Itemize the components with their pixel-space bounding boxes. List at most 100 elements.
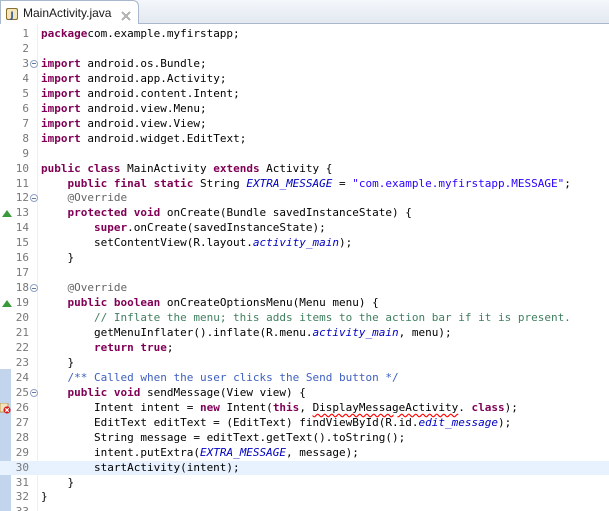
code-text: public boolean onCreateOptionsMenu(Menu … bbox=[41, 296, 379, 311]
code-text: setContentView(R.layout.activity_main); bbox=[41, 236, 352, 251]
code-token: String message = editText.getText().toSt… bbox=[41, 430, 406, 444]
code-text: import android.view.View; bbox=[41, 117, 207, 132]
code-token: } bbox=[41, 475, 75, 489]
code-token: com.example.myfirstapp; bbox=[87, 27, 240, 40]
code-line[interactable]: 3 import android.os.Bundle; bbox=[0, 57, 609, 72]
code-line[interactable]: 13 protected void onCreate(Bundle savedI… bbox=[0, 206, 609, 221]
code-line[interactable]: 31 } bbox=[0, 476, 609, 491]
code-token: @Override bbox=[67, 281, 128, 295]
tab-main-activity[interactable]: J MainActivity.java bbox=[0, 0, 139, 24]
line-number: 6 bbox=[22, 101, 29, 115]
code-token: DisplayMessageActivity bbox=[312, 400, 459, 414]
code-token: ); bbox=[504, 400, 518, 414]
code-line[interactable]: 12 @Override bbox=[0, 191, 609, 206]
code-token: activity_main bbox=[252, 236, 340, 250]
fold-toggle-icon[interactable] bbox=[30, 284, 38, 293]
code-line[interactable]: 33 bbox=[0, 505, 609, 511]
code-line[interactable]: 5 import android.content.Intent; bbox=[0, 87, 609, 102]
code-line[interactable]: 19 public boolean onCreateOptionsMenu(Me… bbox=[0, 296, 609, 311]
line-number: 3 bbox=[22, 56, 29, 70]
line-number: 13 bbox=[15, 206, 29, 220]
code-line[interactable]: 1 packagecom.example.myfirstapp; bbox=[0, 27, 609, 42]
code-token: = bbox=[332, 176, 353, 190]
code-token: // Inflate the menu; this adds items to … bbox=[93, 311, 571, 325]
code-token: String bbox=[193, 176, 247, 190]
code-text: import android.os.Bundle; bbox=[41, 57, 207, 72]
code-token: public void bbox=[67, 385, 141, 399]
code-line[interactable]: 20 // Inflate the menu; this adds items … bbox=[0, 311, 609, 326]
code-token: public final static bbox=[67, 176, 194, 190]
code-token: , message); bbox=[286, 445, 359, 459]
code-token: protected void bbox=[67, 206, 161, 220]
code-token: android.view.Menu; bbox=[80, 101, 207, 115]
line-number: 14 bbox=[15, 221, 29, 235]
code-token: import bbox=[41, 101, 81, 115]
code-line[interactable]: 25 public void sendMessage(View view) { bbox=[0, 386, 609, 401]
line-number: 17 bbox=[15, 266, 29, 280]
code-text: protected void onCreate(Bundle savedInst… bbox=[41, 206, 412, 221]
code-token: EXTRA_MESSAGE bbox=[246, 176, 333, 190]
code-token: import bbox=[41, 56, 81, 70]
error-marker-icon[interactable] bbox=[0, 402, 11, 414]
svg-text:J: J bbox=[9, 11, 13, 21]
code-line[interactable]: 22 return true; bbox=[0, 341, 609, 356]
code-line[interactable]: 14 super.onCreate(savedInstanceState); bbox=[0, 221, 609, 236]
code-line[interactable]: 15 setContentView(R.layout.activity_main… bbox=[0, 236, 609, 251]
line-number: 26 bbox=[15, 400, 29, 414]
code-token: Activity { bbox=[259, 161, 333, 175]
code-text: return true; bbox=[41, 341, 173, 356]
code-line[interactable]: 2 bbox=[0, 42, 609, 57]
code-line[interactable]: 28 String message = editText.getText().t… bbox=[0, 431, 609, 446]
code-token: EXTRA_MESSAGE bbox=[199, 445, 287, 459]
code-line[interactable]: 16 } bbox=[0, 251, 609, 266]
code-token: android.app.Activity; bbox=[80, 71, 227, 85]
line-number: 22 bbox=[15, 340, 29, 354]
code-token: package bbox=[41, 27, 88, 40]
code-line[interactable]: 4 import android.app.Activity; bbox=[0, 72, 609, 87]
code-line[interactable]: 9 bbox=[0, 147, 609, 162]
code-line[interactable]: 8 import android.widget.EditText; bbox=[0, 132, 609, 147]
code-line[interactable]: 32} bbox=[0, 490, 609, 505]
code-token: public class bbox=[41, 161, 121, 175]
fold-toggle-icon[interactable] bbox=[30, 194, 38, 203]
override-marker-icon[interactable] bbox=[2, 210, 12, 218]
code-line[interactable]: 11 public final static String EXTRA_MESS… bbox=[0, 177, 609, 192]
code-token: android.os.Bundle; bbox=[80, 56, 207, 70]
override-marker-icon[interactable] bbox=[2, 300, 12, 308]
line-number: 27 bbox=[15, 415, 29, 429]
fold-toggle-icon[interactable] bbox=[30, 59, 38, 68]
code-editor[interactable]: 1 packagecom.example.myfirstapp; 2 3 import … bbox=[0, 24, 609, 511]
line-number: 10 bbox=[15, 161, 29, 175]
code-line[interactable]: 21 getMenuInflater().inflate(R.menu.acti… bbox=[0, 326, 609, 341]
close-icon[interactable] bbox=[120, 7, 132, 20]
tab-title: MainActivity.java bbox=[23, 5, 112, 20]
code-line[interactable]: 6 import android.view.Menu; bbox=[0, 102, 609, 117]
code-line[interactable]: 26 Intent intent = new Intent(this, Disp… bbox=[0, 401, 609, 416]
code-line[interactable]: 27 EditText editText = (EditText) findVi… bbox=[0, 416, 609, 431]
code-line[interactable]: 24 /** Called when the user clicks the S… bbox=[0, 371, 609, 386]
code-line[interactable]: 7 import android.view.View; bbox=[0, 117, 609, 132]
code-text: } bbox=[41, 476, 74, 491]
code-line[interactable]: 10 public class MainActivity extends Acti… bbox=[0, 162, 609, 177]
code-text: public void sendMessage(View view) { bbox=[41, 386, 306, 401]
fold-toggle-icon[interactable] bbox=[30, 388, 38, 397]
line-number: 21 bbox=[15, 326, 29, 339]
code-token: } bbox=[41, 251, 75, 265]
code-text: Intent intent = new Intent(this, Display… bbox=[41, 401, 518, 416]
code-token: intent.putExtra( bbox=[41, 445, 200, 459]
line-number: 20 bbox=[15, 311, 29, 325]
code-token: import bbox=[41, 116, 81, 130]
code-line[interactable]: 30 startActivity(intent); bbox=[0, 460, 609, 476]
code-token: Intent( bbox=[219, 400, 273, 414]
code-text: super.onCreate(savedInstanceState); bbox=[41, 221, 326, 236]
code-line[interactable]: 29 intent.putExtra(EXTRA_MESSAGE, messag… bbox=[0, 446, 609, 461]
line-number: 29 bbox=[15, 445, 29, 459]
code-line[interactable]: 23 } bbox=[0, 356, 609, 371]
code-token: ; bbox=[166, 340, 174, 354]
line-number: 1 bbox=[22, 27, 29, 40]
java-file-icon: J bbox=[5, 6, 19, 21]
code-line[interactable]: 17 bbox=[0, 266, 609, 281]
code-line[interactable]: 18 @Override bbox=[0, 281, 609, 296]
